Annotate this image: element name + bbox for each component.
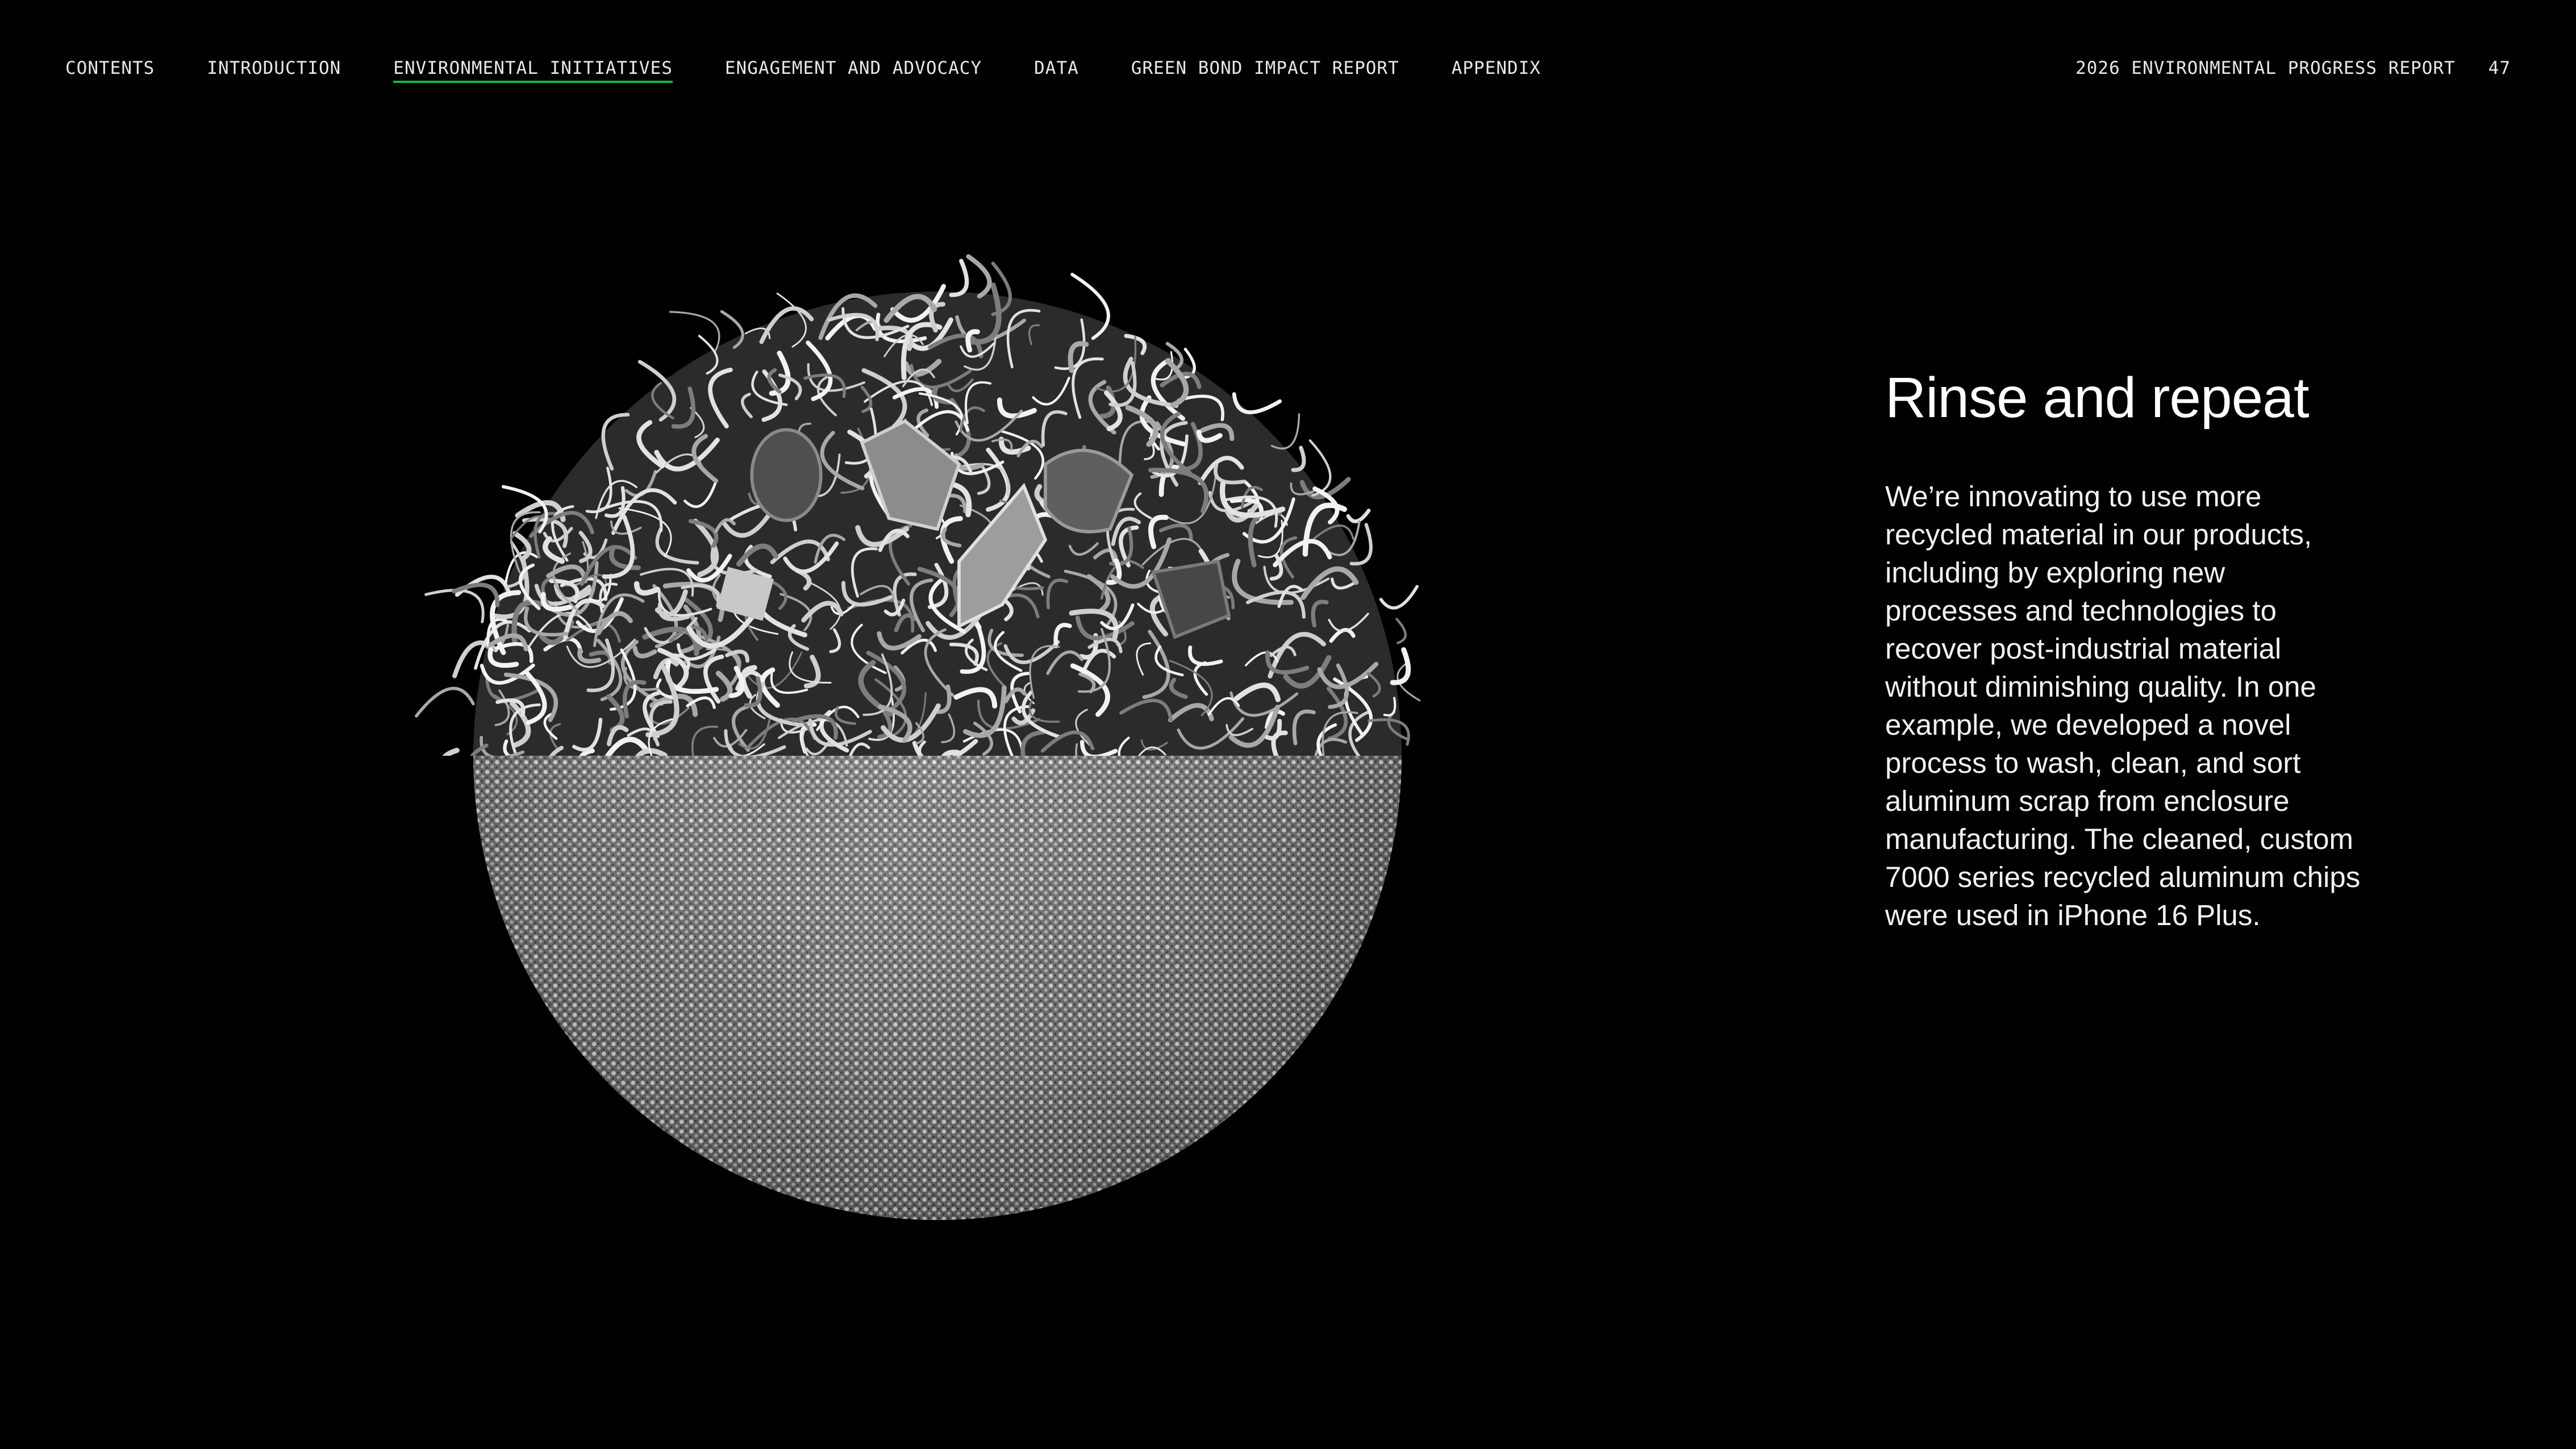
aluminum-shaving — [949, 259, 969, 297]
aluminum-shaving — [669, 311, 720, 352]
aluminum-scrap-sphere-icon — [415, 254, 1421, 1220]
page-number: 47 — [2488, 58, 2511, 78]
nav-data[interactable]: DATA — [1034, 55, 1079, 82]
aluminum-shaving — [415, 686, 475, 718]
section-headline: Rinse and repeat — [1885, 366, 2310, 430]
nav-green-bond-impact-report[interactable]: GREEN BOND IMPACT REPORT — [1131, 55, 1399, 82]
top-navigation: CONTENTS INTRODUCTION ENVIRONMENTAL INIT… — [65, 55, 1593, 83]
aluminum-shaving — [1379, 585, 1419, 610]
aluminum-shaving — [442, 747, 460, 756]
aluminum-shaving — [424, 589, 485, 623]
nav-introduction[interactable]: INTRODUCTION — [207, 55, 341, 82]
aluminum-shaving — [1346, 509, 1371, 523]
report-header: 2026 ENVIRONMENTAL PROGRESS REPORT 47 — [2075, 55, 2511, 82]
nav-appendix[interactable]: APPENDIX — [1452, 55, 1541, 82]
aluminum-shaving — [966, 254, 992, 299]
report-title: 2026 ENVIRONMENTAL PROGRESS REPORT — [2075, 58, 2456, 78]
aluminum-shaving — [1232, 392, 1282, 414]
nav-contents[interactable]: CONTENTS — [65, 55, 155, 82]
aluminum-shaving — [1395, 618, 1407, 644]
nav-engagement-and-advocacy[interactable]: ENGAGEMENT AND ADVOCACY — [725, 55, 982, 82]
aluminum-scrap-image — [341, 216, 1534, 1296]
nav-environmental-initiatives[interactable]: ENVIRONMENTAL INITIATIVES — [393, 55, 673, 83]
section-body-text: We’re innovating to use more recycled ma… — [1885, 480, 2361, 931]
